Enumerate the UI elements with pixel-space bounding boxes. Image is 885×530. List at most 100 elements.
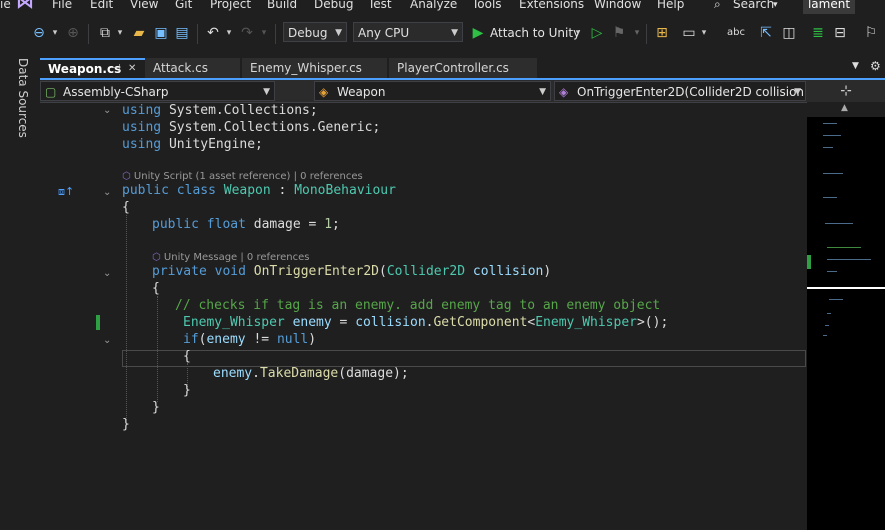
solution-name-badge[interactable]: lament bbox=[803, 0, 855, 14]
search-chevron-icon[interactable]: ▾ bbox=[773, 0, 778, 10]
tab-label: Attack.cs bbox=[153, 61, 208, 75]
code-line-method-signature: private void OnTriggerEnter2D(Collider2D… bbox=[152, 264, 552, 279]
navigate-forward-icon[interactable]: ⊕ bbox=[64, 24, 82, 42]
browse-folder-icon[interactable]: ⊞ bbox=[653, 24, 671, 42]
window-layout-dropdown-icon[interactable]: ▾ bbox=[700, 24, 708, 42]
code-line-comment: // checks if tag is an enemy. add enemy … bbox=[40, 297, 807, 314]
code-line-using-generic: using System.Collections.Generic; bbox=[122, 120, 381, 135]
undo-dropdown-icon[interactable]: ▾ bbox=[225, 24, 233, 42]
call-object: collision bbox=[355, 315, 426, 330]
menu-git[interactable]: Git bbox=[175, 0, 192, 11]
chevron-down-icon: ▼ bbox=[263, 87, 270, 97]
menu-window[interactable]: Window bbox=[594, 0, 641, 11]
code-line-get-component: Enemy_Whisper enemy = collision.GetCompo… bbox=[183, 315, 669, 330]
menu-project[interactable]: Project bbox=[210, 0, 251, 11]
new-project-icon[interactable]: ⧉ bbox=[95, 24, 115, 42]
comment-lines-icon[interactable]: ⊟ bbox=[831, 24, 849, 42]
spell-check-icon[interactable]: abc bbox=[726, 24, 746, 42]
document-tab-strip: Weapon.cs ⊣ ✕ Attack.cs Enemy_Whisper.cs… bbox=[40, 58, 885, 78]
class-name: Weapon bbox=[223, 183, 271, 198]
call-method: GetComponent bbox=[433, 315, 528, 330]
minimap-code-line bbox=[827, 313, 831, 314]
code-line-using-unityengine: using UnityEngine; bbox=[122, 137, 263, 152]
hot-reload-icon[interactable]: ⚑ bbox=[611, 24, 627, 42]
tab-label: Weapon.cs bbox=[48, 62, 122, 76]
split-editor-button[interactable]: ⊹ bbox=[807, 80, 885, 102]
if-variable: enemy bbox=[206, 332, 246, 347]
new-project-dropdown-icon[interactable]: ▾ bbox=[116, 24, 124, 42]
minimap-comment-line bbox=[827, 247, 861, 248]
csharp-project-icon: ▢ bbox=[45, 85, 57, 99]
pin-icon[interactable]: ⊣ bbox=[112, 60, 121, 78]
left-edge-strip bbox=[0, 58, 10, 530]
minimap-code-line bbox=[825, 223, 853, 224]
window-layout-icon[interactable]: ▭ bbox=[680, 24, 698, 42]
start-without-debugging-icon[interactable]: ▷ bbox=[589, 24, 605, 42]
close-icon[interactable]: ✕ bbox=[128, 60, 136, 78]
tab-enemy-whisper-cs[interactable]: Enemy_Whisper.cs bbox=[242, 58, 387, 78]
menu-extensions[interactable]: Extensions bbox=[519, 0, 584, 11]
menu-view[interactable]: View bbox=[130, 0, 158, 11]
code-line-if-open-brace: { bbox=[183, 349, 191, 364]
menu-tools[interactable]: Tools bbox=[472, 0, 502, 11]
codelens-class-text: Unity Script (1 asset reference) | 0 ref… bbox=[133, 171, 363, 182]
minimap-change-marker bbox=[807, 255, 811, 269]
menu-debug[interactable]: Debug bbox=[314, 0, 353, 11]
visual-studio-logo-icon[interactable]: ⋈ bbox=[16, 0, 42, 13]
tab-label: PlayerController.cs bbox=[397, 61, 509, 75]
member-select[interactable]: ◈ OnTriggerEnter2D(Collider2D collision)… bbox=[554, 81, 806, 101]
menu-build[interactable]: Build bbox=[267, 0, 297, 11]
search-box-label[interactable]: Search bbox=[733, 0, 774, 11]
field-value: 1 bbox=[324, 217, 333, 232]
tab-weapon-cs[interactable]: Weapon.cs ⊣ ✕ bbox=[40, 58, 145, 78]
project-select[interactable]: ▢ Assembly-CSharp ▼ bbox=[40, 81, 275, 101]
menu-test[interactable]: Test bbox=[368, 0, 392, 11]
method-name: OnTriggerEnter2D bbox=[253, 264, 379, 279]
menu-help[interactable]: Help bbox=[657, 0, 684, 11]
save-icon[interactable]: ▣ bbox=[152, 24, 170, 42]
menu-file[interactable]: File bbox=[52, 0, 72, 11]
open-folder-icon[interactable]: ▰ bbox=[130, 24, 148, 42]
start-debugging-icon[interactable]: ▶ bbox=[470, 24, 486, 42]
code-editor[interactable]: ⌄ using System.Collections; using System… bbox=[40, 103, 807, 530]
code-line-using-collections: using System.Collections; bbox=[122, 103, 318, 118]
using-namespace: System.Collections.Generic; bbox=[168, 120, 381, 135]
attach-dropdown-icon[interactable]: ▾ bbox=[574, 24, 582, 42]
settings-gear-icon[interactable]: ⚙ bbox=[870, 59, 881, 73]
editor-minimap-scrollbar[interactable]: ▲ bbox=[807, 103, 885, 530]
format-document-icon[interactable]: ≣ bbox=[809, 24, 827, 42]
minimap-code-line bbox=[827, 271, 837, 272]
param-name: collision bbox=[472, 264, 544, 279]
navigate-back-dropdown-icon[interactable]: ▾ bbox=[50, 24, 60, 42]
scroll-up-icon[interactable]: ▲ bbox=[841, 103, 848, 113]
minimap-code-line bbox=[829, 299, 843, 300]
local-name: enemy bbox=[292, 315, 332, 330]
save-all-icon[interactable]: ▤ bbox=[173, 24, 191, 42]
bookmark-icon[interactable]: ⚐ bbox=[862, 24, 880, 42]
redo-dropdown-icon[interactable]: ▾ bbox=[260, 24, 268, 42]
toolbar-separator bbox=[88, 24, 89, 44]
redo-icon[interactable]: ↷ bbox=[238, 24, 256, 42]
menu-bar: ie ⋈ File Edit View Git Project Build De… bbox=[0, 0, 885, 14]
type-select[interactable]: ◈ Weapon ▼ bbox=[314, 81, 551, 101]
navigate-back-icon[interactable]: ⊖ bbox=[30, 24, 48, 42]
minimap-code-line bbox=[827, 259, 871, 260]
tab-attack-cs[interactable]: Attack.cs bbox=[145, 58, 240, 78]
preview-panel-icon[interactable]: ◫ bbox=[780, 24, 798, 42]
attach-to-unity-button[interactable]: Attach to Unity bbox=[490, 24, 580, 42]
search-icon[interactable]: ⌕ bbox=[714, 0, 721, 12]
tab-overflow-dropdown-icon[interactable]: ▼ bbox=[852, 61, 859, 71]
data-sources-side-tab[interactable]: Data Sources bbox=[10, 58, 38, 530]
minimap-viewport[interactable] bbox=[807, 117, 885, 289]
undo-icon[interactable]: ↶ bbox=[204, 24, 222, 42]
code-line-field: public float damage = 1; bbox=[152, 217, 340, 232]
tab-playercontroller-cs[interactable]: PlayerController.cs bbox=[389, 58, 537, 78]
solution-platform-select[interactable]: Any CPU ▼ bbox=[353, 22, 463, 42]
hot-reload-dropdown-icon[interactable]: ▾ bbox=[633, 24, 641, 42]
code-line-class-declaration: public class Weapon : MonoBehaviour bbox=[122, 183, 396, 198]
generic-argument: Enemy_Whisper bbox=[535, 315, 637, 330]
solution-configuration-select[interactable]: Debug ▼ bbox=[283, 22, 347, 42]
menu-edit[interactable]: Edit bbox=[90, 0, 113, 11]
menu-analyze[interactable]: Analyze bbox=[410, 0, 457, 11]
select-element-icon[interactable]: ⇱ bbox=[757, 24, 775, 42]
